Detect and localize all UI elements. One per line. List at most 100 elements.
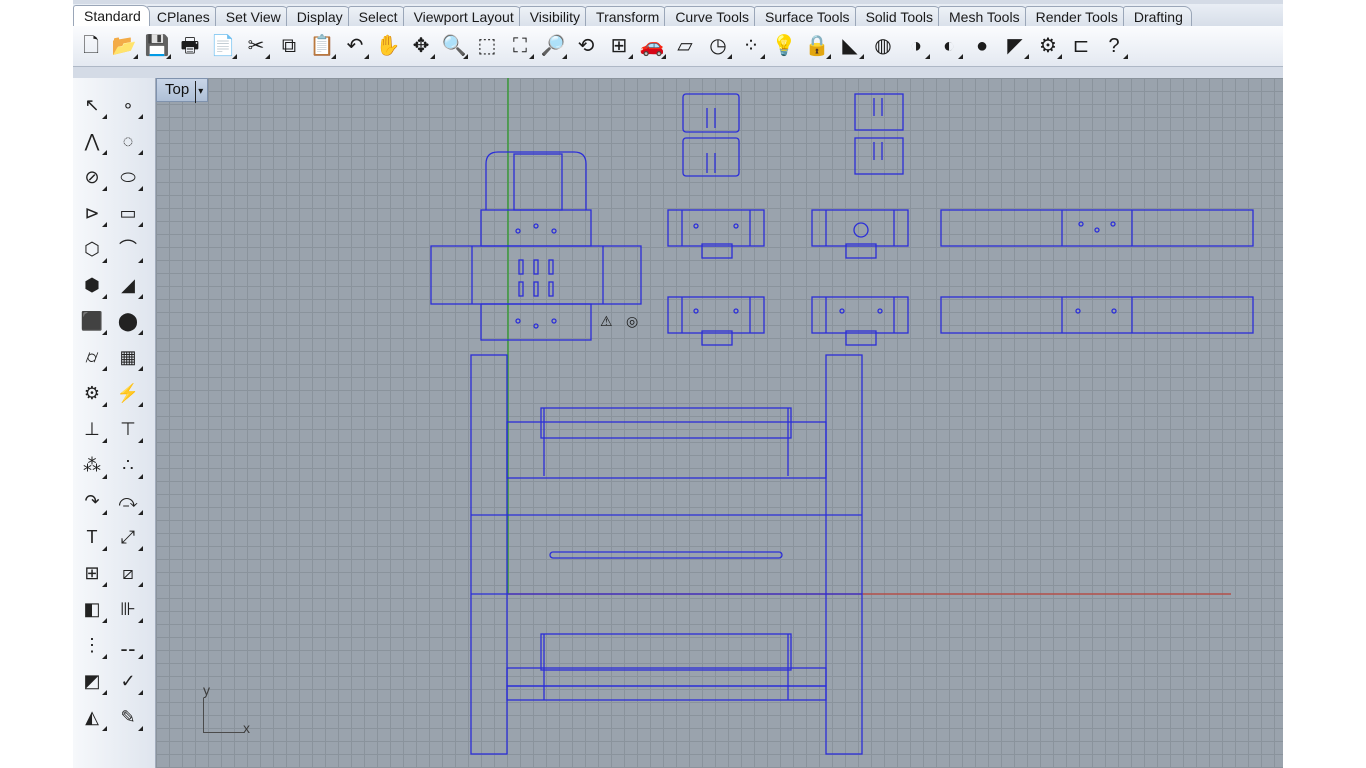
blue-sphere-icon[interactable]: ●: [967, 31, 997, 61]
surface-icon[interactable]: ⬢: [77, 270, 107, 300]
points-icon[interactable]: ⁘: [736, 31, 766, 61]
tab-select[interactable]: Select: [347, 6, 407, 26]
shaded-sphere-icon[interactable]: ◑: [901, 31, 931, 61]
color-wheel-icon[interactable]: ◍: [868, 31, 898, 61]
array-icon[interactable]: ⊞: [77, 558, 107, 588]
pen-icon[interactable]: ✎: [113, 702, 143, 732]
ellipse-icon-glyph: ⬭: [120, 167, 136, 187]
transform-icon[interactable]: ⧄: [113, 558, 143, 588]
project-icon-glyph: ◩: [83, 671, 101, 691]
offset-icon[interactable]: ↷: [77, 486, 107, 516]
blend-icon[interactable]: ⤼: [113, 486, 143, 516]
tab-solid-tools[interactable]: Solid Tools: [854, 6, 943, 26]
ruler-icon[interactable]: ⊪: [113, 594, 143, 624]
four-viewports-icon[interactable]: ⊞: [604, 31, 634, 61]
help-icon[interactable]: ?: [1099, 31, 1129, 61]
fillet-curve-icon[interactable]: ⌒: [113, 234, 143, 264]
warning-marker-icon: ⚠: [600, 314, 613, 330]
split-icon[interactable]: ⊤: [113, 414, 143, 444]
viewport-drawing[interactable]: ⚠ ◎: [156, 78, 1283, 768]
top-viewport[interactable]: ⚠ ◎ Top ▾ y x: [156, 78, 1283, 768]
new-file-icon[interactable]: 🗋: [76, 31, 106, 61]
light-bulb-icon[interactable]: 💡: [769, 31, 799, 61]
tab-transform[interactable]: Transform: [585, 6, 669, 26]
cut-icon[interactable]: ✂: [241, 31, 271, 61]
tab-drafting[interactable]: Drafting: [1122, 6, 1192, 26]
rotate-view-icon[interactable]: ⟲: [571, 31, 601, 61]
four-viewports-icon-glyph: ⊞: [610, 35, 628, 57]
boolean-gear-icon[interactable]: ⚙: [77, 378, 107, 408]
polyline-icon[interactable]: ⋀: [77, 126, 107, 156]
spheres-icon-glyph: ⬤: [117, 311, 139, 331]
group-icon[interactable]: ⁂: [77, 450, 107, 480]
lock-icon[interactable]: 🔒: [802, 31, 832, 61]
zoom-icon[interactable]: 🔍: [439, 31, 469, 61]
tab-set-view[interactable]: Set View: [214, 6, 290, 26]
viewport-title-tab[interactable]: Top ▾: [156, 78, 209, 103]
loft-icon[interactable]: ◢: [113, 270, 143, 300]
tab-standard[interactable]: Standard: [73, 5, 150, 26]
render-icon[interactable]: ◤: [1000, 31, 1030, 61]
grid-array-icon[interactable]: ⋮: [77, 630, 107, 660]
zoom-window-icon[interactable]: ⬚: [472, 31, 502, 61]
tab-display[interactable]: Display: [285, 6, 352, 26]
mirror-icon[interactable]: ⚋: [113, 630, 143, 660]
circle-icon[interactable]: ⊘: [77, 162, 107, 192]
copy-icon-glyph: ⧉: [281, 35, 297, 57]
tab-render-tools[interactable]: Render Tools: [1024, 6, 1127, 26]
tab-curve-tools[interactable]: Curve Tools: [664, 6, 758, 26]
arc-icon[interactable]: ⊳: [77, 198, 107, 228]
cad-geometry[interactable]: [430, 93, 1254, 755]
select-arrow-icon[interactable]: ↖: [77, 90, 107, 120]
copy-icon[interactable]: ⧉: [274, 31, 304, 61]
box-icon[interactable]: ⬛: [77, 306, 107, 336]
zoom-window-icon-glyph: ⬚: [477, 35, 497, 57]
save-icon[interactable]: 💾: [142, 31, 172, 61]
tab-visibility[interactable]: Visibility: [518, 6, 590, 26]
material-icon[interactable]: ◣: [835, 31, 865, 61]
explode-icon[interactable]: ⚡: [113, 378, 143, 408]
settings-gear-icon[interactable]: ⚙: [1033, 31, 1063, 61]
rendered-sphere-icon[interactable]: ◐: [934, 31, 964, 61]
ellipse-icon[interactable]: ⬭: [113, 162, 143, 192]
rotate-view-icon-glyph: ⟲: [577, 35, 595, 57]
open-folder-icon[interactable]: 📂: [109, 31, 139, 61]
layers-icon[interactable]: ▱: [670, 31, 700, 61]
project-icon[interactable]: ◩: [77, 666, 107, 696]
car-icon[interactable]: 🚗: [637, 31, 667, 61]
pan-hand-icon[interactable]: ✋: [373, 31, 403, 61]
viewport-menu-dropdown-icon[interactable]: ▾: [195, 81, 203, 103]
check-icon[interactable]: ✓: [113, 666, 143, 696]
cut-icon-glyph: ✂: [247, 35, 265, 57]
cylinder-icon[interactable]: ⌭: [77, 342, 107, 372]
analyze-icon[interactable]: ◭: [77, 702, 107, 732]
ruler-icon-glyph: ⊪: [120, 599, 136, 619]
tab-viewport-layout[interactable]: Viewport Layout: [402, 6, 523, 26]
tab-cplanes[interactable]: CPlanes: [145, 6, 219, 26]
tab-surface-tools[interactable]: Surface Tools: [753, 6, 859, 26]
mesh-plane-icon[interactable]: ▦: [113, 342, 143, 372]
polygon-icon[interactable]: ⬡: [77, 234, 107, 264]
move-view-icon[interactable]: ✥: [406, 31, 436, 61]
transform-icon-glyph: ⧄: [122, 563, 134, 583]
undo-icon-glyph: ↶: [346, 35, 364, 57]
clipboard-icon[interactable]: 📋: [307, 31, 337, 61]
trim-icon[interactable]: ⊥: [77, 414, 107, 444]
clock-icon[interactable]: ◷: [703, 31, 733, 61]
spheres-icon[interactable]: ⬤: [113, 306, 143, 336]
solid-box-icon[interactable]: ◧: [77, 594, 107, 624]
zoom-extents-icon[interactable]: ⛶: [505, 31, 535, 61]
print-icon[interactable]: 🖶: [175, 31, 205, 61]
zoom-selected-icon[interactable]: 🔎: [538, 31, 568, 61]
dimension-icon[interactable]: ⊏: [1066, 31, 1096, 61]
tab-mesh-tools[interactable]: Mesh Tools: [938, 6, 1029, 26]
rectangle-icon[interactable]: ▭: [113, 198, 143, 228]
offset-icon-glyph: ↷: [84, 491, 100, 511]
paste-doc-icon[interactable]: 📄: [208, 31, 238, 61]
undo-icon[interactable]: ↶: [340, 31, 370, 61]
text-icon[interactable]: T: [77, 522, 107, 552]
point-icon[interactable]: ∘: [113, 90, 143, 120]
ungroup-icon[interactable]: ∴: [113, 450, 143, 480]
dimension-tool-icon[interactable]: ⤢: [113, 522, 143, 552]
curve-icon[interactable]: ◌: [113, 126, 143, 156]
